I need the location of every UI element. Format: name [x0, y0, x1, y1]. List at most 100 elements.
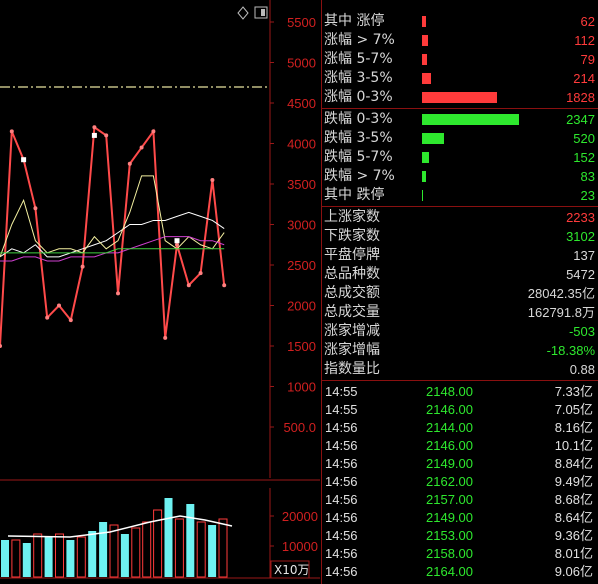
breadth-label: 跌幅 5-7%	[324, 149, 393, 165]
breadth-value: 152	[573, 150, 595, 165]
price-tick-label: 1000	[287, 380, 316, 395]
panel-divider	[322, 108, 598, 109]
breadth-value: 1828	[566, 90, 595, 105]
stat-value: 162791.8万	[527, 305, 595, 320]
stat-value: -18.38%	[546, 343, 595, 358]
volume-tick-label: 20000	[282, 509, 318, 524]
breadth-label: 跌幅 0-3%	[324, 111, 393, 127]
tick-price: 2149.00	[426, 456, 473, 471]
tick-row[interactable]: 14:56 2164.00 9.06亿	[322, 562, 598, 581]
series-point	[80, 264, 85, 269]
breadth-label: 跌幅 > 7%	[324, 168, 395, 184]
tick-volume: 9.49亿	[554, 474, 593, 489]
series-point	[33, 206, 38, 211]
tick-time: 14:56	[325, 510, 358, 525]
tick-time: 14:56	[325, 420, 358, 435]
volume-tick-label: 10000	[282, 539, 318, 554]
tick-price: 2146.00	[426, 402, 473, 417]
volume-bar	[44, 537, 53, 577]
highlight-marker	[91, 132, 97, 138]
series-point	[139, 145, 144, 150]
highlight-marker	[21, 157, 27, 163]
tick-row[interactable]: 14:56 2149.00 8.64亿	[322, 508, 598, 527]
breadth-label: 其中 跌停	[324, 187, 385, 203]
tick-price: 2157.00	[426, 492, 473, 507]
breadth-row[interactable]: 其中 跌停 23	[322, 186, 598, 205]
tick-price: 2153.00	[426, 528, 473, 543]
tick-volume: 8.16亿	[554, 420, 593, 435]
stat-row: 涨家增幅 -18.38%	[322, 341, 598, 360]
volume-unit-label: X10万	[274, 563, 310, 577]
stat-value: 2233	[566, 210, 595, 225]
breadth-label: 涨幅 > 7%	[324, 32, 395, 48]
volume-bar	[186, 504, 195, 577]
volume-bar	[164, 498, 173, 577]
series-point	[175, 242, 179, 247]
stat-value: 3102	[566, 229, 595, 244]
tick-volume: 8.68亿	[554, 492, 593, 507]
tick-row[interactable]: 14:56 2146.00 10.1亿	[322, 436, 598, 455]
price-tick-label: 5500	[287, 15, 316, 30]
breadth-bar	[422, 54, 427, 65]
tick-time: 14:56	[325, 546, 358, 561]
breadth-bar	[422, 171, 426, 182]
stat-value: -503	[568, 324, 595, 339]
series-point	[45, 315, 50, 320]
tick-row[interactable]: 14:56 2157.00 8.68亿	[322, 490, 598, 509]
breadth-bar	[422, 152, 429, 163]
stat-label: 下跌家数	[324, 228, 380, 244]
breadth-row[interactable]: 跌幅 > 7% 83	[322, 167, 598, 186]
series-point	[104, 133, 109, 138]
panel-divider	[322, 206, 598, 207]
tick-row[interactable]: 14:56 2153.00 9.36亿	[322, 526, 598, 545]
series-point	[163, 335, 168, 340]
stat-row: 总品种数 5472	[322, 265, 598, 284]
series-point	[68, 318, 73, 323]
tick-volume: 8.84亿	[554, 456, 593, 471]
breadth-bar	[422, 114, 519, 125]
breadth-panel: 其中 涨停 62 涨幅 > 7% 112 涨幅 5-7% 79 涨幅 3-5% 214 涨幅 0…	[321, 0, 598, 584]
tick-time: 14:56	[325, 492, 358, 507]
tick-price: 2162.00	[426, 474, 473, 489]
breadth-bar	[422, 190, 423, 201]
price-tick-label: 4000	[287, 137, 316, 152]
breadth-row[interactable]: 涨幅 > 7% 112	[322, 31, 598, 50]
series-point	[116, 291, 120, 296]
stat-row: 下跌家数 3102	[322, 227, 598, 246]
tick-time: 14:56	[325, 564, 358, 579]
breadth-bar	[422, 92, 497, 103]
stat-label: 总成交量	[324, 304, 380, 320]
stat-label: 指数量比	[324, 361, 380, 377]
tick-row[interactable]: 14:55 2146.00 7.05亿	[322, 400, 598, 419]
breadth-row[interactable]: 其中 涨停 62	[322, 12, 598, 31]
chart-background	[0, 0, 320, 584]
tick-row[interactable]: 14:55 2148.00 7.33亿	[322, 382, 598, 401]
tick-row[interactable]: 14:56 2162.00 9.49亿	[322, 472, 598, 491]
tick-volume: 7.33亿	[554, 384, 593, 399]
panel-divider	[322, 380, 598, 381]
breadth-value: 520	[573, 131, 595, 146]
breadth-row[interactable]: 跌幅 0-3% 2347	[322, 110, 598, 129]
tick-row[interactable]: 14:56 2149.00 8.84亿	[322, 454, 598, 473]
breadth-row[interactable]: 涨幅 5-7% 79	[322, 50, 598, 69]
tick-row[interactable]: 14:56 2144.00 8.16亿	[322, 418, 598, 437]
breadth-label: 其中 涨停	[324, 13, 385, 29]
breadth-row[interactable]: 涨幅 0-3% 1828	[322, 88, 598, 107]
volume-bar	[22, 543, 31, 577]
breadth-label: 跌幅 3-5%	[324, 130, 393, 146]
series-point	[92, 125, 97, 130]
stat-row: 指数量比 0.88	[322, 360, 598, 379]
market-chart[interactable]: 5500 5000 4500 4000 3500 3000 2500 2000 1500 1000…	[0, 0, 320, 584]
breadth-value: 62	[580, 14, 595, 29]
stat-value: 5472	[566, 267, 595, 282]
breadth-bar	[422, 73, 431, 84]
stat-label: 总品种数	[324, 266, 380, 282]
price-tick-label: 3000	[287, 218, 316, 233]
tick-price: 2148.00	[426, 384, 473, 399]
tick-price: 2146.00	[426, 438, 473, 453]
breadth-row[interactable]: 跌幅 3-5% 520	[322, 129, 598, 148]
breadth-row[interactable]: 跌幅 5-7% 152	[322, 148, 598, 167]
tick-row[interactable]: 14:56 2158.00 8.01亿	[322, 544, 598, 563]
breadth-bar	[422, 35, 428, 46]
breadth-row[interactable]: 涨幅 3-5% 214	[322, 69, 598, 88]
